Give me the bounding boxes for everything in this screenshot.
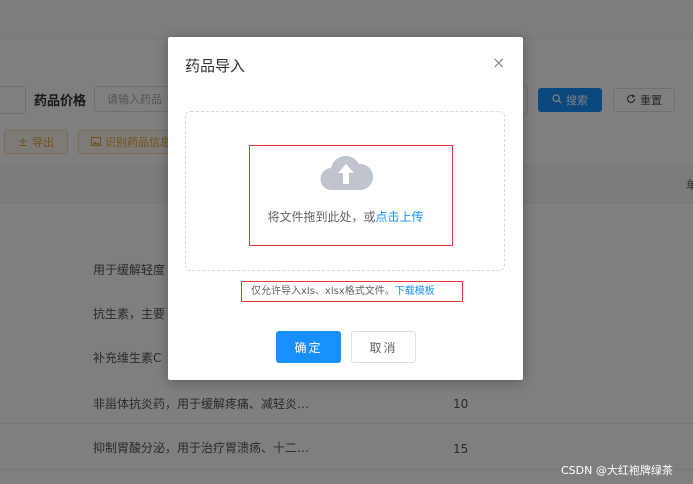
close-icon[interactable]: × bbox=[492, 53, 505, 72]
dialog-title: 药品导入 bbox=[185, 57, 246, 75]
confirm-button[interactable]: 确定 bbox=[276, 331, 341, 363]
dropzone-hint: 将文件拖到此处，或 bbox=[267, 210, 376, 224]
cloud-upload-icon bbox=[318, 150, 374, 194]
download-template-link[interactable]: 下载模板 bbox=[395, 286, 435, 297]
upload-tip-text: 仅允许导入xls、xlsx格式文件。 bbox=[251, 286, 395, 297]
upload-tip: 仅允许导入xls、xlsx格式文件。下载模板 bbox=[251, 282, 435, 297]
click-upload-link[interactable]: 点击上传 bbox=[376, 210, 424, 224]
dropzone-text: 将文件拖到此处，或点击上传 bbox=[168, 208, 523, 225]
cancel-button[interactable]: 取消 bbox=[351, 331, 416, 363]
watermark: CSDN @大红袍牌绿茶 bbox=[561, 464, 673, 477]
